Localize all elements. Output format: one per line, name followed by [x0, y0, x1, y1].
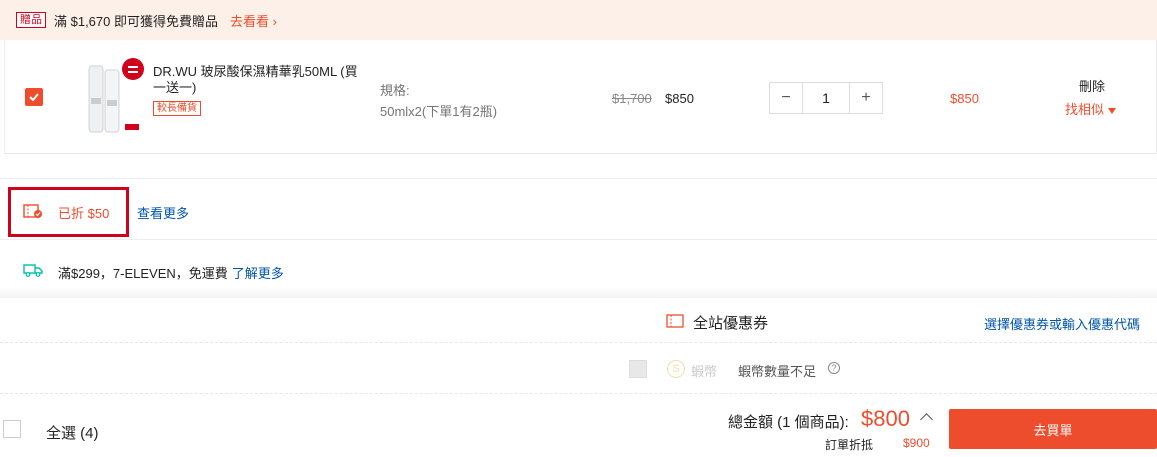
shipping-info: 滿$299，7-ELEVEN，免運費 了解更多 — [58, 263, 284, 282]
discount-applied-text: 已折 $50 — [58, 206, 110, 221]
cart-item-row: DR.WU 玻尿酸保濕精華乳50ML (買一送一) 較長備貨 規格: 50mlx… — [4, 40, 1157, 154]
divider — [0, 393, 1157, 394]
variation-label[interactable]: 規格: — [380, 80, 410, 99]
see-more-link[interactable]: 查看更多 — [137, 203, 189, 222]
product-name[interactable]: DR.WU 玻尿酸保濕精華乳50ML (買一送一) — [153, 64, 363, 96]
voucher-icon — [23, 204, 42, 218]
item-subtotal: $850 — [950, 91, 979, 106]
stock-badge: 較長備貨 — [153, 101, 201, 116]
total-value: $800 — [861, 406, 910, 431]
shipping-learn-more-link[interactable]: 了解更多 — [232, 266, 284, 281]
divider — [0, 342, 1157, 343]
select-all-label[interactable]: 全選 (4) — [46, 422, 99, 443]
quantity-stepper: − 1 + — [769, 82, 883, 114]
original-price: $1,700 — [612, 91, 652, 106]
delete-button[interactable]: 刪除 — [1079, 76, 1105, 95]
quantity-input[interactable]: 1 — [802, 83, 850, 113]
variation-value[interactable]: 50mlx2(下單1有2瓶) — [380, 101, 497, 120]
gift-banner: 贈品 滿 $1,670 即可獲得免費贈品 去看看 › — [0, 0, 1157, 40]
find-similar-button[interactable]: 找相似 — [1065, 99, 1117, 118]
gift-view-link[interactable]: 去看看 › — [230, 11, 277, 30]
shipping-text: 滿$299，7-ELEVEN，免運費 — [58, 266, 228, 281]
gift-threshold-text: 滿 $1,670 即可獲得免費贈品 — [54, 13, 218, 29]
checkout-summary: 全站優惠券 選擇優惠券或輸入優惠代碼 S 蝦幣 蝦幣數量不足 ? 全選 (4) … — [0, 298, 1157, 457]
truck-icon — [23, 264, 43, 277]
select-all-checkbox[interactable] — [3, 420, 21, 438]
saved-value: $900 — [903, 436, 930, 450]
discount-row: 已折 $50 查看更多 — [0, 178, 1157, 240]
coin-label: 蝦幣 — [691, 364, 718, 379]
select-voucher-link[interactable]: 選擇優惠券或輸入優惠代碼 — [984, 314, 1140, 333]
saved-label: 訂單折抵 — [825, 438, 874, 452]
coin-checkbox[interactable] — [629, 360, 647, 378]
product-thumbnail[interactable] — [81, 58, 147, 138]
qty-plus-button[interactable]: + — [850, 83, 882, 113]
item-checkbox[interactable] — [25, 88, 43, 106]
check-icon — [29, 93, 39, 102]
platform-voucher-label: 全站優惠券 — [693, 315, 769, 332]
coin-icon: S — [667, 360, 685, 378]
chevron-up-icon[interactable] — [920, 413, 933, 426]
help-icon[interactable]: ? — [828, 362, 840, 374]
coin-insufficient-text: 蝦幣數量不足 — [738, 364, 817, 379]
qty-minus-button[interactable]: − — [770, 83, 802, 113]
checkout-button[interactable]: 去買單 — [949, 409, 1157, 449]
current-price: $850 — [665, 91, 694, 106]
find-similar-label: 找相似 — [1065, 102, 1105, 117]
dropdown-triangle-icon — [1108, 107, 1117, 114]
total-label: 總金額 (1 個商品): — [728, 414, 849, 431]
gift-badge: 贈品 — [16, 12, 46, 28]
shop-voucher-icon — [666, 314, 684, 328]
